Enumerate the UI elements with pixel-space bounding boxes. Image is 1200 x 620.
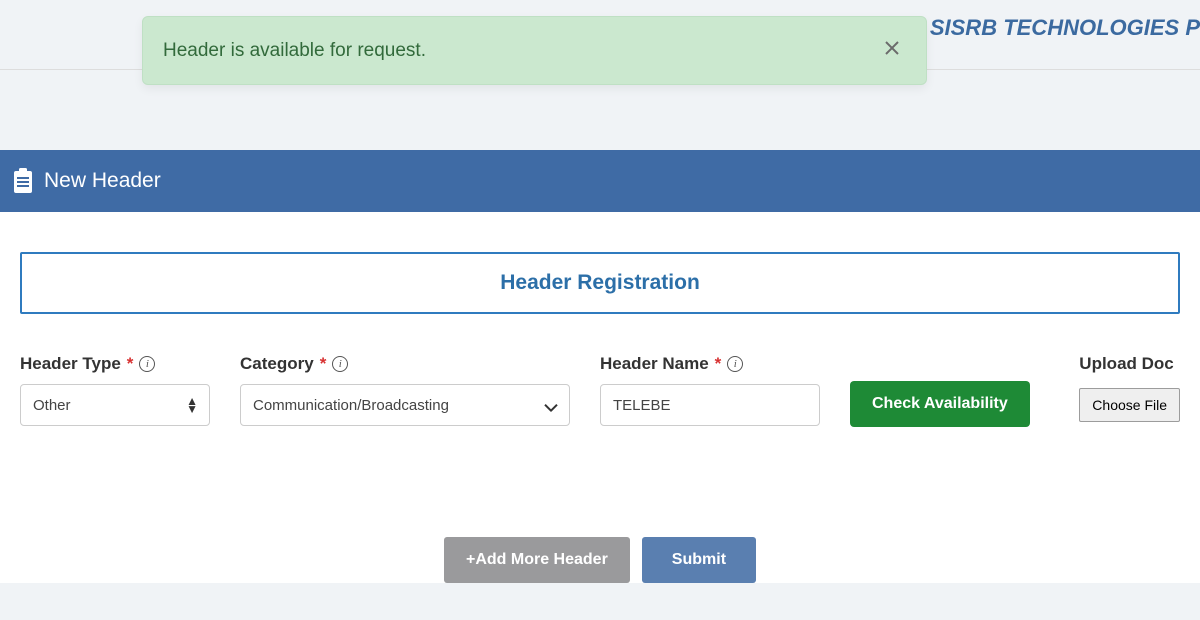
header-type-select[interactable] bbox=[20, 384, 210, 426]
header-type-label-text: Header Type bbox=[20, 354, 121, 374]
success-alert: Header is available for request. bbox=[142, 16, 927, 85]
info-icon[interactable]: i bbox=[332, 356, 348, 372]
header-name-label: Header Name * i bbox=[600, 354, 820, 374]
category-label-text: Category bbox=[240, 354, 314, 374]
header-name-label-text: Header Name bbox=[600, 354, 709, 374]
close-icon[interactable] bbox=[878, 39, 906, 62]
required-mark: * bbox=[715, 354, 722, 374]
tab-header-registration[interactable]: Header Registration bbox=[20, 252, 1180, 314]
submit-button[interactable]: Submit bbox=[642, 537, 756, 583]
info-icon[interactable]: i bbox=[139, 356, 155, 372]
alert-message: Header is available for request. bbox=[163, 40, 426, 62]
category-select[interactable] bbox=[240, 384, 570, 426]
header-name-input[interactable] bbox=[600, 384, 820, 426]
clipboard-icon bbox=[12, 168, 34, 194]
required-mark: * bbox=[320, 354, 327, 374]
company-name: SISRB TECHNOLOGIES P bbox=[930, 15, 1200, 40]
page-title: New Header bbox=[44, 169, 161, 193]
required-mark: * bbox=[127, 354, 134, 374]
upload-doc-label: Upload Doc bbox=[1079, 354, 1180, 374]
choose-file-button[interactable]: Choose File bbox=[1079, 388, 1180, 422]
header-type-label: Header Type * i bbox=[20, 354, 210, 374]
check-availability-button[interactable]: Check Availability bbox=[850, 381, 1030, 427]
add-more-header-button[interactable]: +Add More Header bbox=[444, 537, 630, 583]
info-icon[interactable]: i bbox=[727, 356, 743, 372]
page-header: New Header bbox=[0, 150, 1200, 212]
upload-doc-label-text: Upload Doc bbox=[1079, 354, 1173, 374]
tab-label: Header Registration bbox=[500, 271, 700, 294]
category-label: Category * i bbox=[240, 354, 570, 374]
